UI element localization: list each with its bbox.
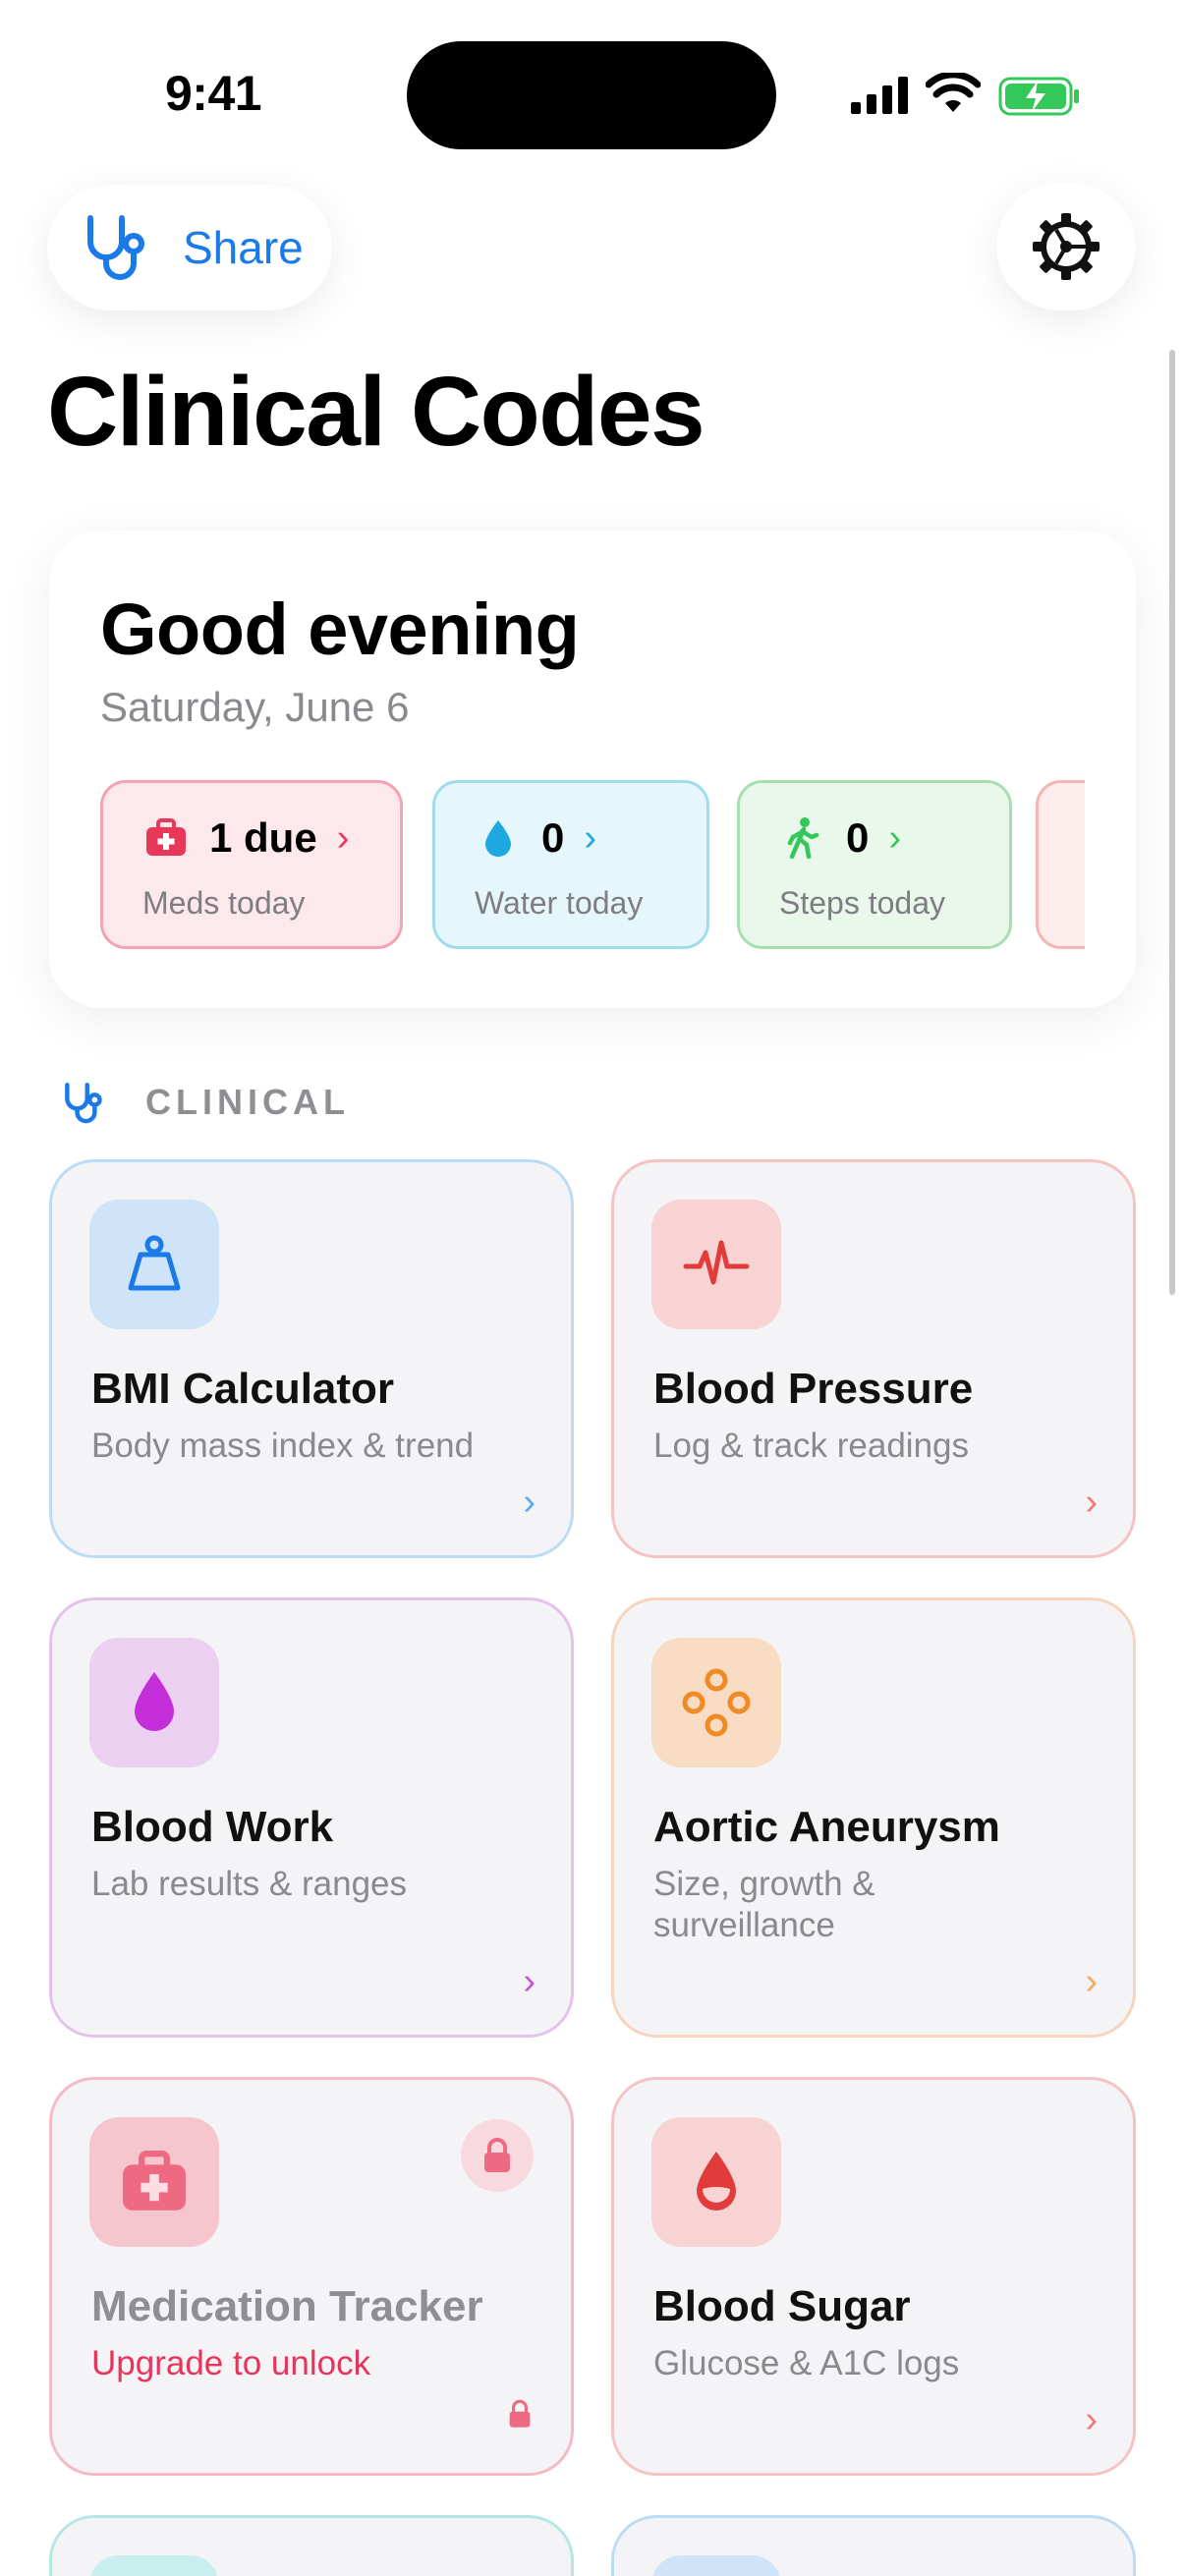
water-drop-icon: [477, 816, 520, 860]
tile-subtitle: Size, growth & surveillance: [653, 1865, 875, 1944]
page-title: Clinical Codes: [47, 357, 705, 467]
tile-title: Blood Pressure: [653, 1365, 974, 1413]
tile-subtitle: Lab results & ranges: [91, 1865, 408, 1903]
tile-subtitle: Glucose & A1C logs: [653, 2344, 960, 2382]
tile-title: Aortic Aneurysm: [653, 1803, 1000, 1851]
chevron-right-icon: ›: [584, 816, 597, 859]
tile-blood-work[interactable]: Blood Work Lab results & ranges ›: [49, 1597, 574, 2038]
share-label: Share: [183, 222, 304, 273]
tile-title: Blood Sugar: [653, 2282, 911, 2330]
tile-title: Medication Tracker: [91, 2282, 483, 2330]
tile-subtitle: Upgrade to unlock: [91, 2344, 371, 2382]
share-button[interactable]: Share: [47, 185, 332, 310]
section-label: CLINICAL: [145, 1082, 350, 1122]
greeting-title: Good evening: [100, 588, 580, 670]
stat-meds-label: Meds today: [142, 885, 306, 921]
chevron-right-icon: ›: [1085, 1961, 1098, 2002]
settings-button[interactable]: [996, 183, 1136, 310]
circles-icon: [651, 1638, 781, 1767]
status-time: 9:41: [165, 66, 262, 121]
stethoscope-icon: [65, 1082, 102, 1124]
tile-partial-right[interactable]: [611, 2515, 1136, 2576]
tile-icon-partial: [651, 2555, 781, 2576]
stethoscope-icon: [87, 215, 144, 280]
stat-steps-label: Steps today: [779, 885, 945, 921]
tile-aortic-aneurysm[interactable]: Aortic Aneurysm Size, growth & surveilla…: [611, 1597, 1136, 2038]
scroll-indicator[interactable]: [1169, 350, 1175, 1295]
drop-icon: [89, 1638, 219, 1767]
lock-icon: [508, 2399, 532, 2434]
stat-water[interactable]: 0 › Water today: [432, 780, 709, 949]
chevron-right-icon: ›: [523, 1961, 536, 2002]
chevron-right-icon: ›: [1085, 2399, 1098, 2440]
tile-medication-tracker[interactable]: Medication Tracker Upgrade to unlock: [49, 2077, 574, 2476]
tile-bmi-calculator[interactable]: BMI Calculator Body mass index & trend ›: [49, 1159, 574, 1558]
stats-row[interactable]: 1 due › Meds today 0 › Water today 0 › S…: [100, 780, 1085, 955]
tile-title: BMI Calculator: [91, 1365, 395, 1413]
stat-water-label: Water today: [475, 885, 644, 921]
chevron-right-icon: ›: [523, 1482, 536, 1523]
wifi-icon: [926, 73, 981, 112]
cellular-signal-icon: [851, 77, 908, 114]
tile-subtitle: Body mass index & trend: [91, 1427, 475, 1465]
stat-steps-value: 0: [846, 814, 870, 861]
scale-weight-icon: [89, 1200, 219, 1329]
walking-icon: [781, 816, 824, 860]
dynamic-island: [407, 41, 776, 149]
chevron-right-icon: ›: [336, 816, 350, 859]
greeting-card: Good evening Saturday, June 6 1 due › Me…: [49, 531, 1136, 1008]
battery-charging-icon: [998, 77, 1079, 116]
medkit-icon: [144, 816, 188, 860]
chevron-right-icon: ›: [888, 816, 902, 859]
stat-steps[interactable]: 0 › Steps today: [737, 780, 1012, 949]
tile-partial-left[interactable]: [49, 2515, 574, 2576]
chevron-right-icon: ›: [1085, 1482, 1098, 1523]
tile-icon-partial: [89, 2555, 219, 2576]
heartbeat-icon: [651, 1200, 781, 1329]
lock-icon: [461, 2119, 534, 2192]
stat-water-value: 0: [541, 814, 565, 861]
stat-meds[interactable]: 1 due › Meds today: [100, 780, 403, 949]
section-header-clinical: CLINICAL: [61, 1079, 350, 1126]
stat-meds-value: 1 due: [209, 814, 317, 861]
tile-title: Blood Work: [91, 1803, 334, 1851]
gear-icon: [1033, 213, 1100, 280]
tile-blood-sugar[interactable]: Blood Sugar Glucose & A1C logs ›: [611, 2077, 1136, 2476]
greeting-date: Saturday, June 6: [100, 684, 410, 730]
tile-blood-pressure[interactable]: Blood Pressure Log & track readings ›: [611, 1159, 1136, 1558]
tile-subtitle: Log & track readings: [653, 1427, 970, 1465]
medkit-icon: [89, 2117, 219, 2247]
blood-drop-icon: [651, 2117, 781, 2247]
stat-more[interactable]: [1036, 780, 1085, 949]
